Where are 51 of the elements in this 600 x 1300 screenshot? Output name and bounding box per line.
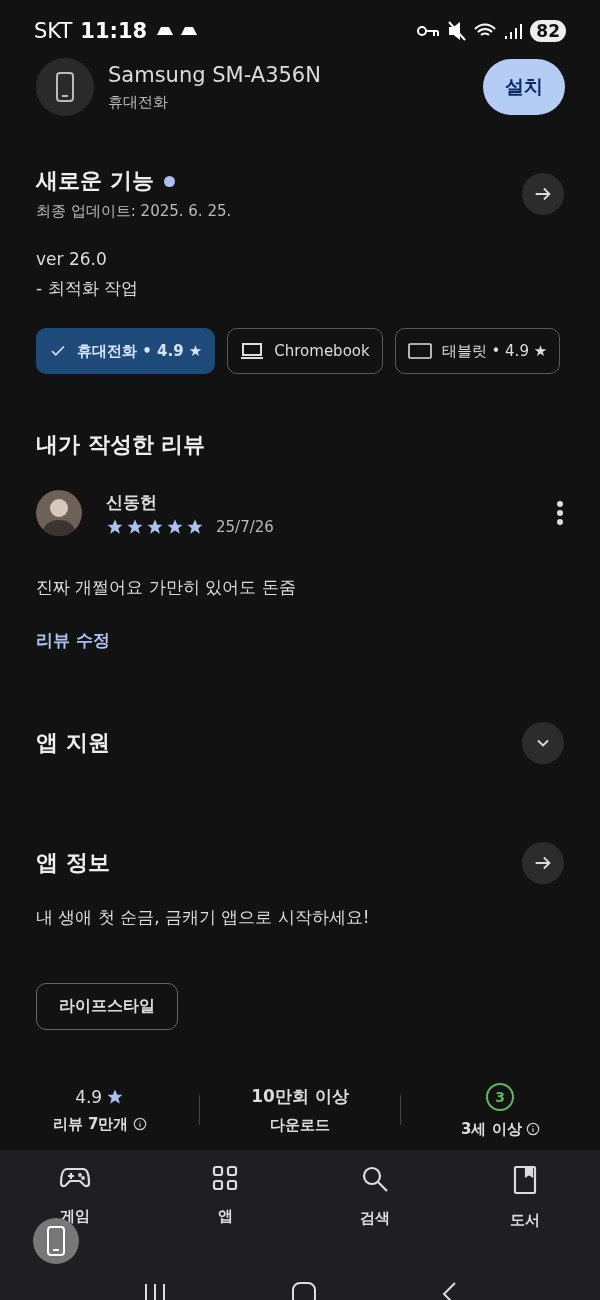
- home-icon[interactable]: [291, 1281, 317, 1300]
- nav-tab[interactable]: 앱: [150, 1164, 300, 1259]
- device-chip[interactable]: Chromebook: [227, 328, 383, 374]
- app-description: 내 생애 첫 순금, 금캐기 앱으로 시작하세요!: [36, 906, 371, 929]
- device-name: Samsung SM-A356N: [108, 62, 322, 87]
- expand-button[interactable]: [522, 722, 564, 764]
- info-icon[interactable]: [132, 1117, 147, 1131]
- age-rating-badge: 3: [485, 1081, 516, 1112]
- key-icon: [416, 24, 441, 38]
- phone-icon: [46, 1225, 66, 1257]
- stat-label: 3세 이상: [461, 1119, 522, 1139]
- search-icon: [361, 1165, 389, 1193]
- battery-level: 82: [530, 20, 566, 42]
- arrow-button[interactable]: [522, 842, 564, 884]
- back-icon[interactable]: [440, 1281, 459, 1300]
- nav-tab[interactable]: 게임: [0, 1164, 150, 1259]
- install-button[interactable]: 설치: [483, 59, 565, 115]
- stat-value: 10만회 이상: [251, 1085, 349, 1108]
- mute-icon: [448, 21, 467, 41]
- stat-label: 리뷰 7만개: [52, 1114, 129, 1134]
- section-title: 앱 지원: [36, 729, 110, 757]
- device-type: 휴대전화: [108, 92, 169, 112]
- clock: 11:18: [80, 19, 148, 43]
- carrier: SKT: [34, 19, 73, 43]
- update-date: 최종 업데이트: 2025. 6. 25.: [36, 202, 233, 221]
- grid-icon: [212, 1165, 238, 1191]
- arrow-button[interactable]: [522, 172, 564, 215]
- stat-label: 다운로드: [270, 1116, 330, 1135]
- info-icon[interactable]: [525, 1122, 540, 1136]
- category-chip[interactable]: 라이프스타일: [36, 983, 178, 1030]
- version: ver 26.0: [36, 249, 108, 269]
- edit-review-link[interactable]: 리뷰 수정: [36, 629, 564, 652]
- tablet-icon: [407, 342, 432, 360]
- release-notes: - 최적화 작업: [36, 277, 139, 300]
- more-icon[interactable]: [556, 500, 564, 526]
- section-title: 새로운 기능: [36, 167, 154, 195]
- laptop-icon: [240, 342, 265, 360]
- review-text: 진짜 개쩔어요 가만히 있어도 돈줌: [36, 576, 297, 599]
- nav-tab[interactable]: 도서: [450, 1164, 600, 1259]
- signal-icon: [504, 22, 523, 40]
- stat-value: 4.9: [75, 1086, 103, 1107]
- nav-tab[interactable]: 검색: [300, 1164, 450, 1259]
- phone-icon: [55, 71, 75, 103]
- section-title: 내가 작성한 리뷰: [36, 431, 206, 459]
- section-title: 앱 정보: [36, 849, 110, 877]
- device-chip[interactable]: 태블릿 • 4.9 ★: [394, 328, 561, 374]
- review-date: 25/7/26: [216, 517, 274, 536]
- avatar: [36, 490, 82, 536]
- reviewer-name: 신동헌: [106, 490, 158, 514]
- device-chip[interactable]: 휴대전화 • 4.9 ★: [36, 328, 216, 374]
- book-icon: [513, 1165, 537, 1195]
